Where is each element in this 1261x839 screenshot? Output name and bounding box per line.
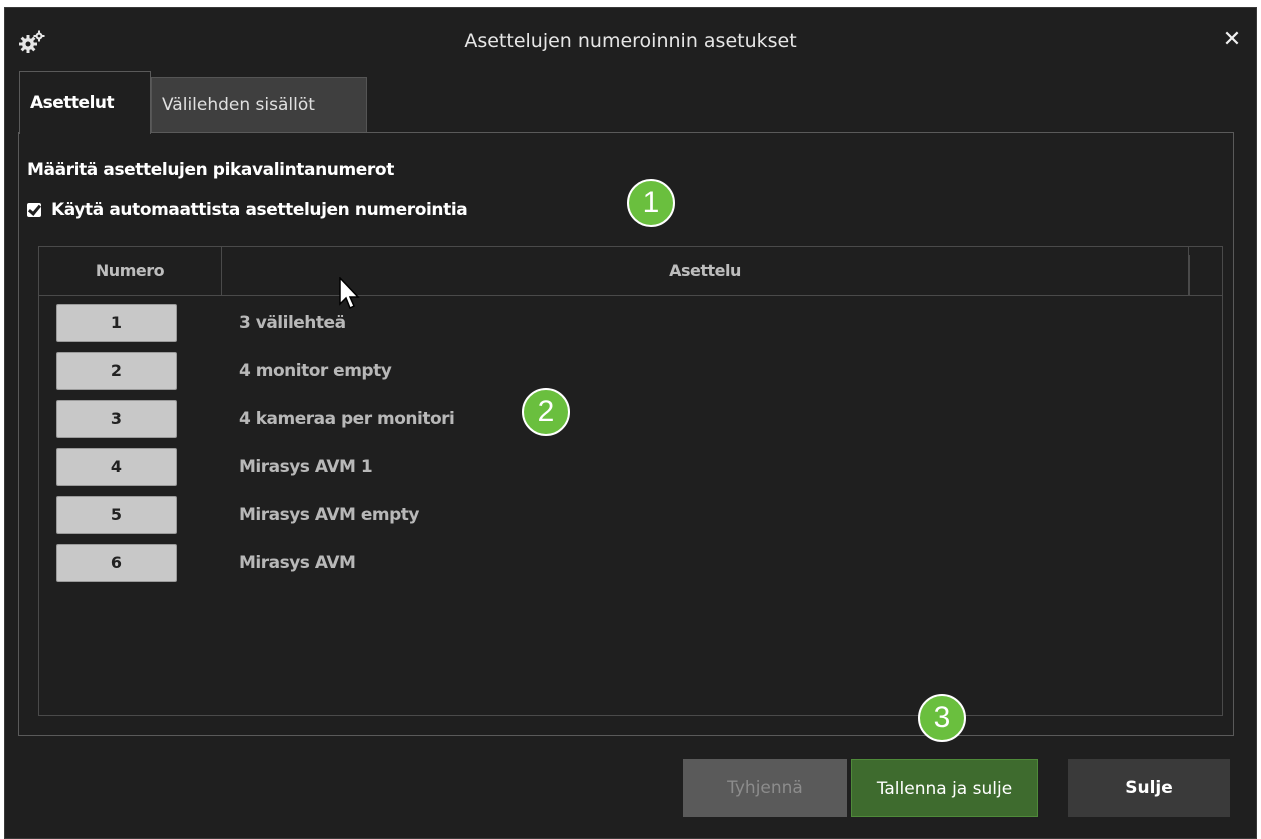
- layout-name[interactable]: 4 monitor empty: [239, 352, 392, 390]
- layout-name[interactable]: 4 kameraa per monitori: [239, 400, 455, 438]
- layout-number-table: Numero Asettelu 1 3 välilehteä 2 4 monit…: [38, 246, 1223, 716]
- column-header-spacer: [1189, 255, 1223, 295]
- layout-name[interactable]: Mirasys AVM empty: [239, 496, 419, 534]
- table-header: Numero Asettelu: [39, 247, 1222, 296]
- callout-marker-3: 3: [918, 694, 966, 742]
- layout-numbering-dialog: Asettelujen numeroinnin asetukset ✕ Aset…: [4, 7, 1257, 839]
- clear-button[interactable]: Tyhjennä: [683, 759, 847, 817]
- table-row: 4 Mirasys AVM 1: [39, 448, 1222, 490]
- layout-name[interactable]: Mirasys AVM: [239, 544, 356, 582]
- tab-layouts[interactable]: Asettelut: [19, 71, 151, 134]
- auto-numbering-option[interactable]: Käytä automaattista asettelujen numeroin…: [27, 200, 468, 220]
- number-button[interactable]: 1: [56, 304, 177, 342]
- callout-marker-1: 1: [627, 179, 675, 227]
- number-button[interactable]: 5: [56, 496, 177, 534]
- number-button[interactable]: 6: [56, 544, 177, 582]
- close-button[interactable]: Sulje: [1068, 759, 1230, 817]
- title-bar: Asettelujen numeroinnin asetukset ✕: [5, 8, 1256, 72]
- layout-name[interactable]: Mirasys AVM 1: [239, 448, 373, 486]
- table-row: 5 Mirasys AVM empty: [39, 496, 1222, 538]
- number-button[interactable]: 2: [56, 352, 177, 390]
- tab-tab-contents[interactable]: Välilehden sisällöt: [151, 77, 367, 133]
- table-row: 3 4 kameraa per monitori: [39, 400, 1222, 442]
- number-button[interactable]: 4: [56, 448, 177, 486]
- mouse-cursor-icon: [339, 277, 360, 310]
- table-row: 2 4 monitor empty: [39, 352, 1222, 394]
- table-row: 1 3 välilehteä: [39, 304, 1222, 346]
- column-header-layout[interactable]: Asettelu: [222, 247, 1189, 295]
- dialog-title: Asettelujen numeroinnin asetukset: [464, 30, 797, 52]
- close-icon[interactable]: ✕: [1220, 28, 1244, 52]
- column-header-number[interactable]: Numero: [39, 247, 222, 295]
- save-and-close-button[interactable]: Tallenna ja sulje: [851, 759, 1038, 817]
- layout-name[interactable]: 3 välilehteä: [239, 304, 346, 342]
- table-row: 6 Mirasys AVM: [39, 544, 1222, 586]
- number-button[interactable]: 3: [56, 400, 177, 438]
- section-heading: Määritä asettelujen pikavalintanumerot: [27, 160, 394, 180]
- auto-numbering-checkbox[interactable]: [27, 203, 41, 217]
- callout-marker-2: 2: [522, 388, 570, 436]
- auto-numbering-label: Käytä automaattista asettelujen numeroin…: [51, 200, 468, 220]
